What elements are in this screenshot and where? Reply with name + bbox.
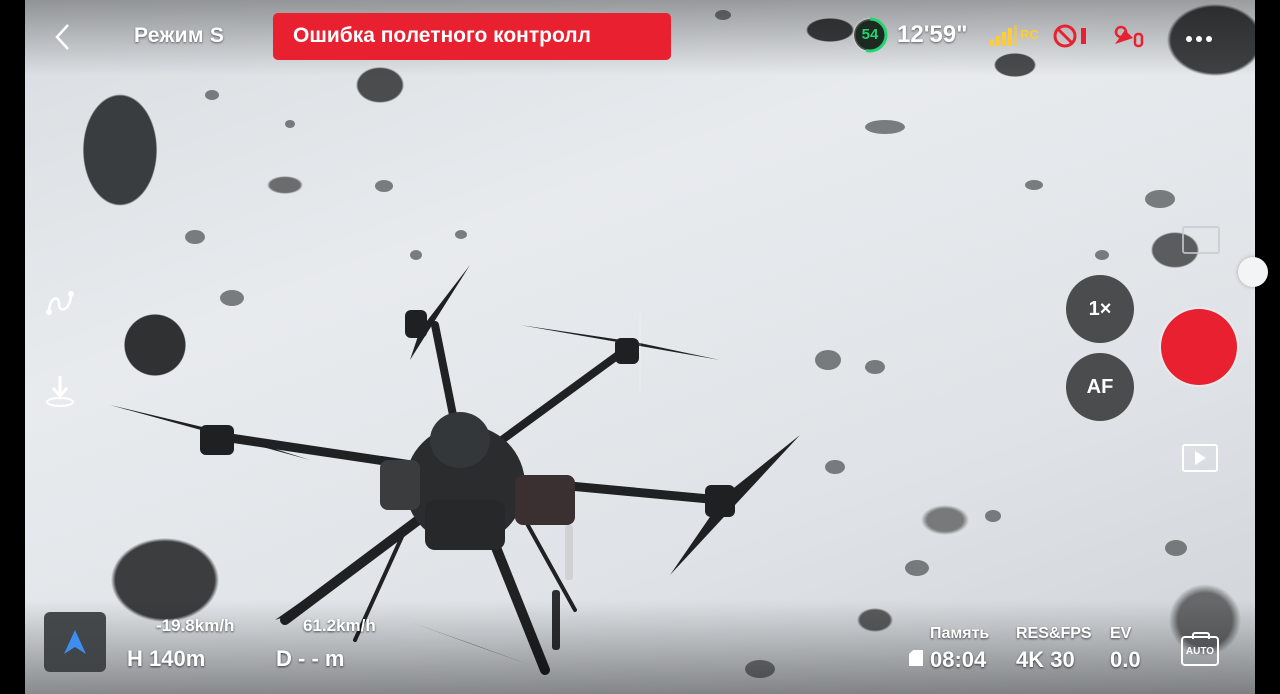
rc-label: RC bbox=[1020, 27, 1039, 42]
playback-button[interactable] bbox=[1182, 444, 1218, 472]
drone-image bbox=[110, 265, 800, 675]
map-overlay-icon[interactable] bbox=[1182, 226, 1220, 254]
vertical-speed: -19.8km/h bbox=[156, 616, 235, 635]
flight-time: 12'59" bbox=[897, 21, 968, 48]
error-alert-banner[interactable]: Ошибка полетного контролл bbox=[273, 13, 671, 60]
res-fps-label: RES&FPS bbox=[1016, 625, 1092, 642]
ev-value[interactable]: 0.0 bbox=[1110, 647, 1141, 673]
sd-card-icon bbox=[909, 650, 923, 666]
takeoff-landing-icon[interactable] bbox=[44, 372, 76, 408]
error-alert-text: Ошибка полетного контролл bbox=[293, 24, 591, 47]
horizontal-speed: 61.2km/h bbox=[303, 616, 376, 635]
chevron-left-icon bbox=[55, 24, 69, 50]
autofocus-button[interactable]: AF bbox=[1066, 353, 1134, 421]
navigation-compass[interactable] bbox=[44, 612, 106, 672]
camera-auto-mode-icon[interactable]: AUTO bbox=[1181, 632, 1219, 666]
signal-bars-icon bbox=[990, 25, 1017, 46]
ev-label: EV bbox=[1110, 625, 1132, 642]
back-button[interactable] bbox=[52, 22, 82, 52]
memory-value: 08:04 bbox=[930, 647, 987, 672]
record-button[interactable] bbox=[1161, 309, 1237, 385]
navigation-arrow-icon bbox=[64, 630, 86, 654]
flight-mode[interactable]: Режим S bbox=[134, 24, 224, 48]
memory-label: Память bbox=[930, 625, 990, 642]
more-button[interactable] bbox=[1185, 20, 1213, 50]
distance-readout: D - - m bbox=[276, 646, 345, 671]
zoom-button[interactable]: 1× bbox=[1066, 275, 1134, 343]
camera-feed bbox=[25, 0, 1255, 694]
height-readout: H 140m bbox=[127, 646, 206, 671]
drone-signal-warning-icon bbox=[1114, 25, 1144, 48]
res-fps-value[interactable]: 4K 30 bbox=[1016, 647, 1075, 673]
obstacle-warning-icon bbox=[1053, 24, 1086, 48]
side-panel-handle[interactable] bbox=[1238, 257, 1268, 287]
more-dots-icon bbox=[1186, 36, 1212, 42]
waypoint-route-icon[interactable] bbox=[45, 288, 77, 318]
battery-percent: 54 bbox=[861, 26, 879, 43]
